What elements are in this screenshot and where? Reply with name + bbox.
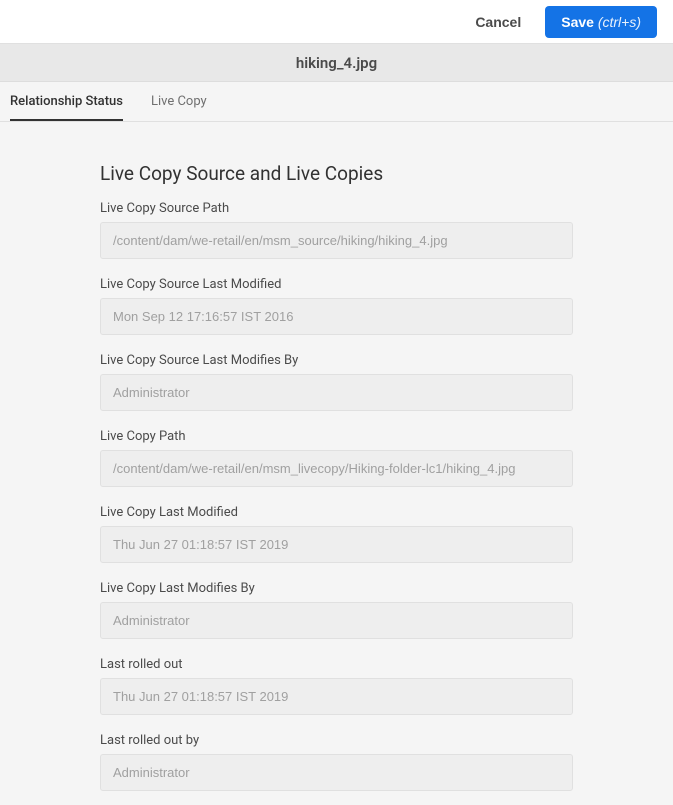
save-label: Save xyxy=(561,14,594,30)
input-source-last-modified-by[interactable] xyxy=(100,374,573,411)
label-live-copy-last-modified: Live Copy Last Modified xyxy=(100,505,573,520)
field-last-rolled-out: Last rolled out xyxy=(100,657,573,715)
field-live-copy-last-modified-by: Live Copy Last Modifies By xyxy=(100,581,573,639)
label-last-rolled-out-by: Last rolled out by xyxy=(100,733,573,748)
field-source-path: Live Copy Source Path xyxy=(100,201,573,259)
content-area: Live Copy Source and Live Copies Live Co… xyxy=(0,122,673,805)
input-live-copy-last-modified[interactable] xyxy=(100,526,573,563)
input-last-rolled-out-by[interactable] xyxy=(100,754,573,791)
input-live-copy-path[interactable] xyxy=(100,450,573,487)
label-source-last-modified: Live Copy Source Last Modified xyxy=(100,277,573,292)
field-source-last-modified-by: Live Copy Source Last Modifies By xyxy=(100,353,573,411)
label-source-path: Live Copy Source Path xyxy=(100,201,573,216)
save-button[interactable]: Save (ctrl+s) xyxy=(545,6,657,38)
tab-bar: Relationship Status Live Copy xyxy=(0,82,673,122)
section-heading-livecopy: Live Copy Source and Live Copies xyxy=(100,162,573,185)
input-live-copy-last-modified-by[interactable] xyxy=(100,602,573,639)
field-last-rolled-out-by: Last rolled out by xyxy=(100,733,573,791)
cancel-button[interactable]: Cancel xyxy=(463,6,533,38)
field-live-copy-last-modified: Live Copy Last Modified xyxy=(100,505,573,563)
toolbar: Cancel Save (ctrl+s) xyxy=(0,0,673,44)
save-shortcut: (ctrl+s) xyxy=(598,14,641,30)
label-live-copy-path: Live Copy Path xyxy=(100,429,573,444)
scroll-area[interactable]: Relationship Status Live Copy Live Copy … xyxy=(0,82,673,805)
label-source-last-modified-by: Live Copy Source Last Modifies By xyxy=(100,353,573,368)
input-source-path[interactable] xyxy=(100,222,573,259)
tab-relationship-status[interactable]: Relationship Status xyxy=(10,94,123,121)
tab-live-copy[interactable]: Live Copy xyxy=(151,94,207,121)
label-live-copy-last-modified-by: Live Copy Last Modifies By xyxy=(100,581,573,596)
field-source-last-modified: Live Copy Source Last Modified xyxy=(100,277,573,335)
input-source-last-modified[interactable] xyxy=(100,298,573,335)
page-title: hiking_4.jpg xyxy=(296,54,377,72)
label-last-rolled-out: Last rolled out xyxy=(100,657,573,672)
field-live-copy-path: Live Copy Path xyxy=(100,429,573,487)
input-last-rolled-out[interactable] xyxy=(100,678,573,715)
page-title-bar: hiking_4.jpg xyxy=(0,44,673,82)
